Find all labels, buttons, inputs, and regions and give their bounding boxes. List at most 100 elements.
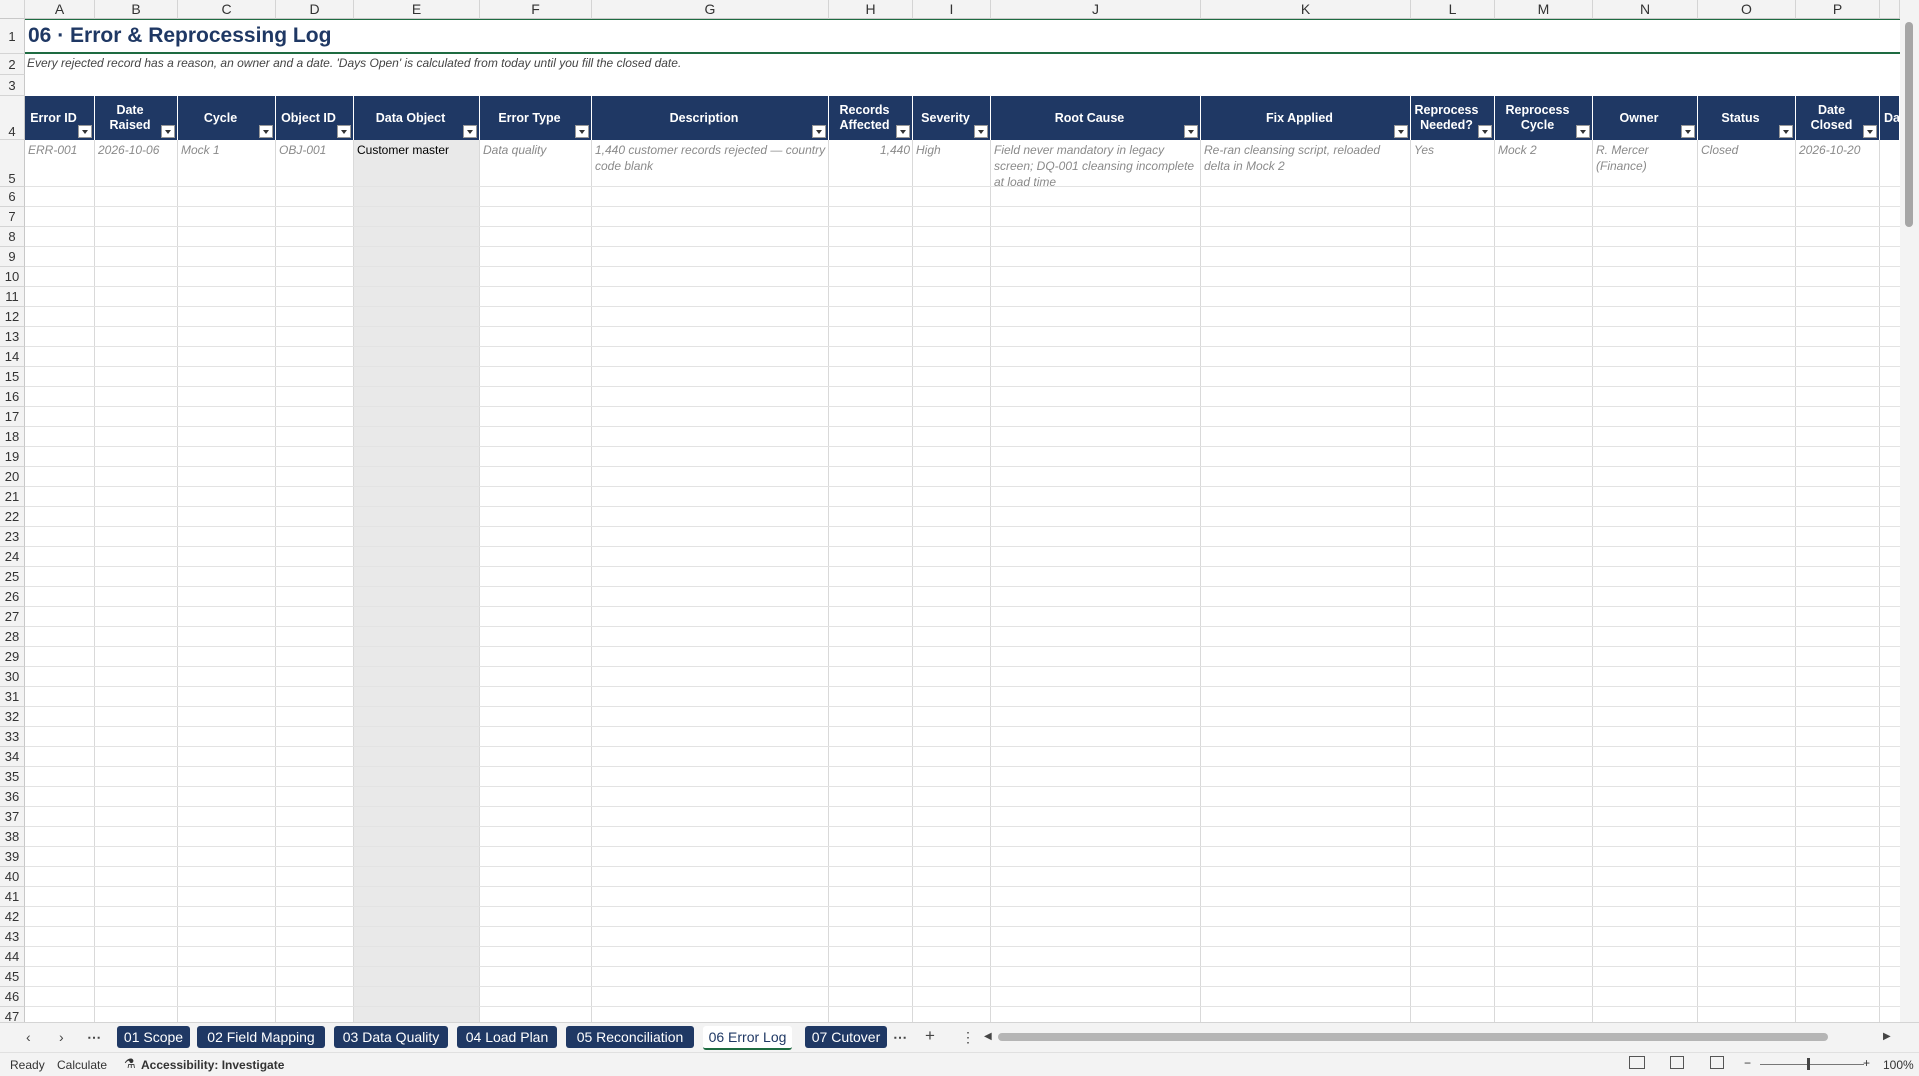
header-owner[interactable]: Owner	[1593, 96, 1698, 140]
cell-severity[interactable]: High	[913, 140, 991, 160]
header-error-id[interactable]: Error ID	[25, 96, 95, 140]
cell-fix-applied[interactable]: Re-ran cleansing script, reloaded delta …	[1201, 140, 1411, 176]
select-all-corner[interactable]	[0, 0, 25, 19]
row-header-23[interactable]: 23	[0, 527, 25, 547]
vertical-scroll-thumb[interactable]	[1905, 22, 1913, 227]
cell-object-id[interactable]: OBJ-001	[276, 140, 354, 160]
column-header-c[interactable]: C	[178, 0, 276, 19]
column-header-f[interactable]: F	[480, 0, 592, 19]
sheet-tab-02-field-mapping[interactable]: 02 Field Mapping	[197, 1026, 325, 1048]
column-header-h[interactable]: H	[829, 0, 913, 19]
filter-dropdown-icon[interactable]	[575, 125, 589, 138]
row-header-16[interactable]: 16	[0, 387, 25, 407]
header-reprocess-cycle[interactable]: Reprocess Cycle	[1495, 96, 1593, 140]
sheet-tab-05-reconciliation[interactable]: 05 Reconciliation	[566, 1026, 694, 1048]
column-header-n[interactable]: N	[1593, 0, 1698, 19]
column-header-k[interactable]: K	[1201, 0, 1411, 19]
row-header-11[interactable]: 11	[0, 287, 25, 307]
column-header-o[interactable]: O	[1698, 0, 1796, 19]
row-header-44[interactable]: 44	[0, 947, 25, 967]
sheet-tab-01-scope[interactable]: 01 Scope	[117, 1026, 190, 1048]
column-header-j[interactable]: J	[991, 0, 1201, 19]
header-da[interactable]: Da	[1880, 96, 1900, 140]
filter-dropdown-icon[interactable]	[1681, 125, 1695, 138]
cell-root-cause[interactable]: Field never mandatory in legacy screen; …	[991, 140, 1201, 192]
header-fix-applied[interactable]: Fix Applied	[1201, 96, 1411, 140]
filter-dropdown-icon[interactable]	[259, 125, 273, 138]
spreadsheet-grid[interactable]: ABCDEFGHIJKLMNOP 1 2 3 4 5 6 7 8 9 10 11 12 13 14 15 16…	[0, 0, 1919, 1022]
accessibility-status[interactable]: Accessibility: Investigate	[141, 1058, 284, 1072]
row-header-1[interactable]: 1	[0, 19, 25, 54]
row-header-17[interactable]: 17	[0, 407, 25, 427]
row-header-5[interactable]: 5	[0, 140, 25, 187]
zoom-slider-handle[interactable]	[1807, 1058, 1810, 1070]
cell-error-id[interactable]: ERR-001	[25, 140, 95, 160]
header-description[interactable]: Description	[592, 96, 829, 140]
zoom-out-icon[interactable]: −	[1744, 1056, 1751, 1070]
row-header-40[interactable]: 40	[0, 867, 25, 887]
row-header-13[interactable]: 13	[0, 327, 25, 347]
cell-description[interactable]: 1,440 customer records rejected — countr…	[592, 140, 829, 176]
filter-dropdown-icon[interactable]	[1576, 125, 1590, 138]
horizontal-scroll-thumb[interactable]	[998, 1033, 1828, 1041]
sheet-tab-07-cutover[interactable]: 07 Cutover	[805, 1026, 887, 1048]
column-header-q[interactable]	[1880, 0, 1900, 19]
row-header-41[interactable]: 41	[0, 887, 25, 907]
filter-dropdown-icon[interactable]	[1184, 125, 1198, 138]
filter-dropdown-icon[interactable]	[337, 125, 351, 138]
filter-dropdown-icon[interactable]	[161, 125, 175, 138]
more-sheets-left-icon[interactable]: ⋯	[87, 1029, 101, 1046]
header-date-closed[interactable]: Date Closed	[1796, 96, 1880, 140]
header-cycle[interactable]: Cycle	[178, 96, 276, 140]
page-layout-view-icon[interactable]	[1670, 1056, 1684, 1069]
row-header-24[interactable]: 24	[0, 547, 25, 567]
filter-dropdown-icon[interactable]	[1394, 125, 1408, 138]
sheet-tab-04-load-plan[interactable]: 04 Load Plan	[457, 1026, 557, 1048]
column-header-m[interactable]: M	[1495, 0, 1593, 19]
calculate-button[interactable]: Calculate	[57, 1058, 107, 1072]
header-date-raised[interactable]: Date Raised	[95, 96, 178, 140]
column-header-p[interactable]: P	[1796, 0, 1880, 19]
row-header-2[interactable]: 2	[0, 54, 25, 75]
scroll-right-icon[interactable]: ▶	[1883, 1031, 1891, 1042]
row-header-12[interactable]: 12	[0, 307, 25, 327]
filter-dropdown-icon[interactable]	[1779, 125, 1793, 138]
zoom-in-icon[interactable]: +	[1863, 1056, 1870, 1070]
row-header-10[interactable]: 10	[0, 267, 25, 287]
header-status[interactable]: Status	[1698, 96, 1796, 140]
header-error-type[interactable]: Error Type	[480, 96, 592, 140]
row-header-42[interactable]: 42	[0, 907, 25, 927]
row-header-37[interactable]: 37	[0, 807, 25, 827]
filter-dropdown-icon[interactable]	[974, 125, 988, 138]
filter-dropdown-icon[interactable]	[896, 125, 910, 138]
cell-date-closed[interactable]: 2026-10-20	[1796, 140, 1880, 160]
cell-reprocess-cycle[interactable]: Mock 2	[1495, 140, 1593, 160]
column-header-d[interactable]: D	[276, 0, 354, 19]
row-header-20[interactable]: 20	[0, 467, 25, 487]
row-header-8[interactable]: 8	[0, 227, 25, 247]
zoom-level[interactable]: 100%	[1883, 1058, 1914, 1072]
row-header-35[interactable]: 35	[0, 767, 25, 787]
row-header-21[interactable]: 21	[0, 487, 25, 507]
sheet-tab-06-error-log[interactable]: 06 Error Log	[703, 1026, 792, 1050]
header-object-id[interactable]: Object ID	[276, 96, 354, 140]
row-header-38[interactable]: 38	[0, 827, 25, 847]
row-header-39[interactable]: 39	[0, 847, 25, 867]
header-reprocess-needed[interactable]: Reprocess Needed?	[1411, 96, 1495, 140]
cell-cycle[interactable]: Mock 1	[178, 140, 276, 160]
row-header-36[interactable]: 36	[0, 787, 25, 807]
scroll-left-icon[interactable]: ◀	[984, 1031, 992, 1042]
cell-records-affected[interactable]: 1,440	[829, 140, 913, 160]
sheet-tab-03-data-quality[interactable]: 03 Data Quality	[334, 1026, 448, 1048]
row-header-32[interactable]: 32	[0, 707, 25, 727]
row-header-31[interactable]: 31	[0, 687, 25, 707]
cell-error-type[interactable]: Data quality	[480, 140, 592, 160]
row-header-26[interactable]: 26	[0, 587, 25, 607]
column-header-a[interactable]: A	[25, 0, 95, 19]
cell-data-object[interactable]: Customer master	[354, 140, 480, 160]
row-header-15[interactable]: 15	[0, 367, 25, 387]
row-header-3[interactable]: 3	[0, 75, 25, 96]
sheet-title-cell[interactable]: 06 · Error & Reprocessing Log	[25, 19, 1900, 54]
row-header-22[interactable]: 22	[0, 507, 25, 527]
add-sheet-icon[interactable]: +	[925, 1026, 935, 1046]
